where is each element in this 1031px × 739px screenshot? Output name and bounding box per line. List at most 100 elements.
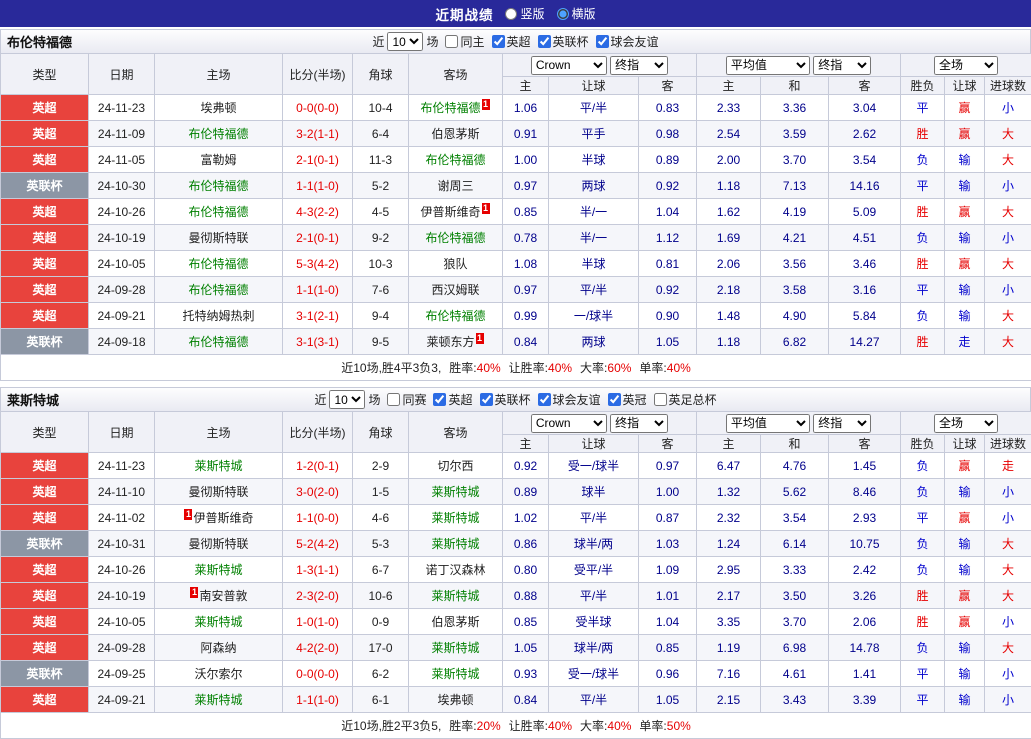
filter-英联杯[interactable]: 英联杯 xyxy=(538,33,589,50)
away-team-cell: 诺丁汉森林 xyxy=(409,557,503,583)
layout-radio-vertical[interactable]: 竖版 xyxy=(505,5,544,22)
filter-球会友谊[interactable]: 球会友谊 xyxy=(596,33,659,50)
match-row: 英超24-09-28布伦特福德1-1(1-0)7-6西汉姆联0.97平/半0.9… xyxy=(1,277,1031,303)
near-count-select[interactable]: 10 xyxy=(329,390,365,409)
filter-英联杯[interactable]: 英联杯 xyxy=(480,391,531,408)
league-badge: 英联杯 xyxy=(1,173,89,199)
filter-同主[interactable]: 同主 xyxy=(445,33,484,50)
filter-checkbox[interactable] xyxy=(445,35,458,48)
result-outcome: 负 xyxy=(901,635,945,661)
col-home: 主场 xyxy=(155,412,283,453)
odds-away: 0.87 xyxy=(639,505,697,531)
avg-away: 3.16 xyxy=(829,277,901,303)
bookmaker-select[interactable]: Crown xyxy=(531,414,607,433)
result-outcome: 胜 xyxy=(901,609,945,635)
filter-球会友谊[interactable]: 球会友谊 xyxy=(538,391,601,408)
avg-draw: 4.90 xyxy=(761,303,829,329)
match-date: 24-10-31 xyxy=(89,531,155,557)
section-header: 布伦特福德 近 10 场 同主英超英联杯球会友谊 xyxy=(0,29,1031,53)
odds-group-header: Crown 终指 xyxy=(503,412,697,435)
filter-checkbox[interactable] xyxy=(608,393,621,406)
result-goals: 大 xyxy=(985,251,1031,277)
odds-type-select[interactable]: 终指 xyxy=(610,414,668,433)
filter-checkbox[interactable] xyxy=(492,35,505,48)
odds-group-header: Crown 终指 xyxy=(503,54,697,77)
team-name: 布伦特福德 xyxy=(7,32,72,51)
result-goals: 大 xyxy=(985,635,1031,661)
filter-英超[interactable]: 英超 xyxy=(433,391,472,408)
summary-stat-value: 40% xyxy=(548,719,572,733)
odds-away: 1.03 xyxy=(639,531,697,557)
avg-draw: 3.58 xyxy=(761,277,829,303)
avg-away: 14.16 xyxy=(829,173,901,199)
result-goals: 大 xyxy=(985,531,1031,557)
result-handicap: 赢 xyxy=(945,505,985,531)
odds-home: 0.93 xyxy=(503,661,549,687)
filter-checkbox[interactable] xyxy=(433,393,446,406)
away-team-cell: 伯恩茅斯 xyxy=(409,609,503,635)
match-date: 24-11-09 xyxy=(89,121,155,147)
result-outcome: 负 xyxy=(901,531,945,557)
filter-label: 英冠 xyxy=(623,391,647,408)
radio-input[interactable] xyxy=(557,8,569,20)
corner-count: 6-7 xyxy=(353,557,409,583)
scope-select[interactable]: 全场 xyxy=(934,414,998,433)
col-avg-away: 客 xyxy=(829,77,901,95)
avg-home: 6.47 xyxy=(697,453,761,479)
result-goals: 小 xyxy=(985,225,1031,251)
col-date: 日期 xyxy=(89,412,155,453)
match-row: 英超24-10-05莱斯特城1-0(1-0)0-9伯恩茅斯0.85受半球1.04… xyxy=(1,609,1031,635)
away-team-name: 狼队 xyxy=(443,257,467,271)
filter-checkbox[interactable] xyxy=(480,393,493,406)
filter-checkbox[interactable] xyxy=(654,393,667,406)
avg-away: 5.09 xyxy=(829,199,901,225)
result-outcome: 平 xyxy=(901,173,945,199)
near-count-select[interactable]: 10 xyxy=(387,32,423,51)
odds-away: 0.83 xyxy=(639,95,697,121)
radio-input[interactable] xyxy=(505,8,517,20)
odds-type-select[interactable]: 终指 xyxy=(610,56,668,75)
bookmaker-select[interactable]: Crown xyxy=(531,56,607,75)
average-select[interactable]: 平均值 xyxy=(726,56,810,75)
home-team-name: 莱斯特城 xyxy=(194,459,242,473)
layout-radio-horizontal[interactable]: 横版 xyxy=(557,5,596,22)
odds-home: 0.97 xyxy=(503,173,549,199)
avg-away: 1.45 xyxy=(829,453,901,479)
scope-select[interactable]: 全场 xyxy=(934,56,998,75)
filter-同赛[interactable]: 同赛 xyxy=(387,391,426,408)
filter-英超[interactable]: 英超 xyxy=(492,33,531,50)
avg-type-select[interactable]: 终指 xyxy=(813,414,871,433)
corner-count: 11-3 xyxy=(353,147,409,173)
result-outcome: 平 xyxy=(901,661,945,687)
red-card-badge: 1 xyxy=(184,509,192,520)
home-team-cell: 莱斯特城 xyxy=(155,557,283,583)
odds-home: 0.92 xyxy=(503,453,549,479)
filter-checkbox[interactable] xyxy=(596,35,609,48)
filter-label: 英超 xyxy=(448,391,472,408)
filter-label: 球会友谊 xyxy=(553,391,601,408)
filter-label: 英联杯 xyxy=(553,33,589,50)
filter-checkbox[interactable] xyxy=(538,35,551,48)
corner-count: 9-5 xyxy=(353,329,409,355)
corner-count: 10-3 xyxy=(353,251,409,277)
filter-checkbox[interactable] xyxy=(538,393,551,406)
avg-type-select[interactable]: 终指 xyxy=(813,56,871,75)
summary-stat-label: 大率: xyxy=(580,719,607,733)
col-result-handicap: 让球 xyxy=(945,77,985,95)
match-date: 24-09-25 xyxy=(89,661,155,687)
result-outcome: 负 xyxy=(901,147,945,173)
filter-英足总杯[interactable]: 英足总杯 xyxy=(654,391,717,408)
odds-away: 0.97 xyxy=(639,453,697,479)
avg-home: 7.16 xyxy=(697,661,761,687)
col-odds-home: 主 xyxy=(503,435,549,453)
home-team-cell: 布伦特福德 xyxy=(155,173,283,199)
filter-英冠[interactable]: 英冠 xyxy=(608,391,647,408)
corner-count: 17-0 xyxy=(353,635,409,661)
col-odds-away: 客 xyxy=(639,435,697,453)
filter-checkbox[interactable] xyxy=(387,393,400,406)
match-score: 2-1(0-1) xyxy=(283,225,353,251)
match-score: 1-2(0-1) xyxy=(283,453,353,479)
average-select[interactable]: 平均值 xyxy=(726,414,810,433)
away-team-cell: 狼队 xyxy=(409,251,503,277)
avg-draw: 6.14 xyxy=(761,531,829,557)
